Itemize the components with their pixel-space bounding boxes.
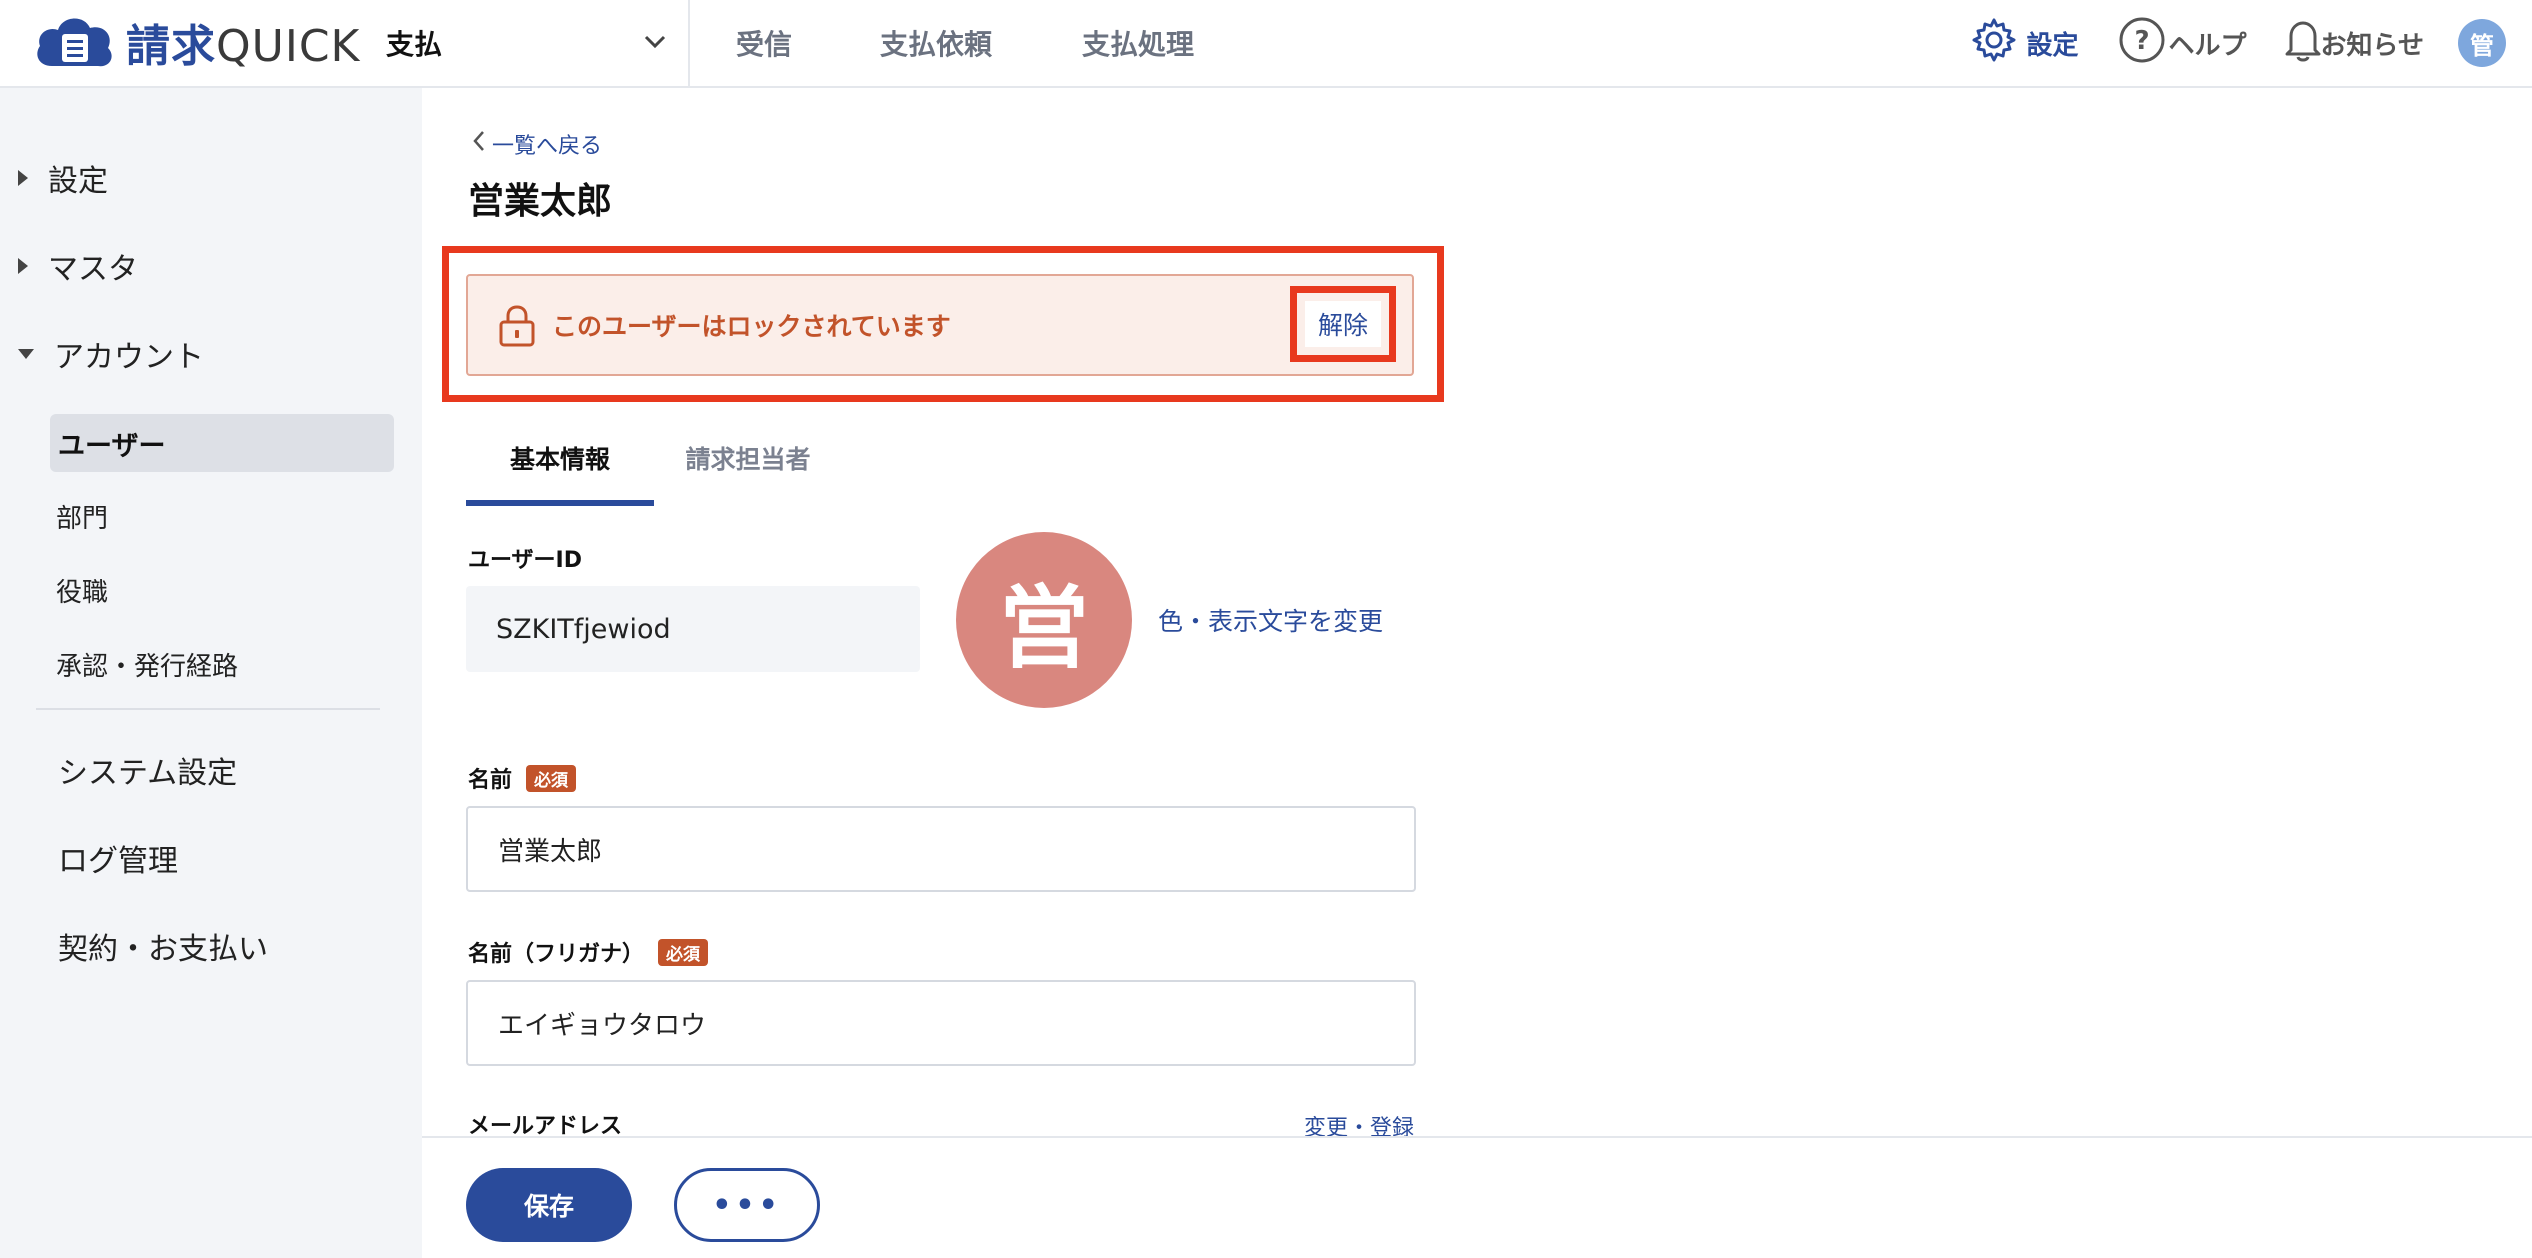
user-avatar[interactable]: 管 xyxy=(2458,19,2506,67)
logo-prefix: 請求 xyxy=(126,21,216,72)
unlock-highlight-frame: 解除 xyxy=(1290,286,1396,362)
nav-bar-2: 支払依頼 xyxy=(880,0,992,86)
cloud-logo-icon xyxy=(32,10,118,74)
nav-payment-request[interactable]: 支払依頼 xyxy=(880,23,992,63)
settings-label: 設定 xyxy=(2026,30,2079,61)
caret-right-icon xyxy=(18,170,28,186)
sidebar-group-account[interactable]: アカウント xyxy=(0,332,204,376)
lock-icon xyxy=(498,304,536,348)
sidebar-item-users[interactable]: ユーザー xyxy=(50,414,394,472)
name-label: 名前 xyxy=(468,768,513,793)
help-label: ヘルプ xyxy=(2168,30,2247,61)
user-id-label: ユーザーID xyxy=(468,548,583,573)
sidebar-item-contract-payment[interactable]: 契約・お支払い xyxy=(58,924,268,968)
sidebar-divider xyxy=(36,708,380,710)
notifications-link[interactable]: お知らせ xyxy=(2285,18,2424,69)
change-avatar-link[interactable]: 色・表示文字を変更 xyxy=(1158,602,1383,638)
required-badge: 必須 xyxy=(658,938,709,966)
tab-bar: 基本情報 請求担当者 xyxy=(466,410,842,506)
lock-message: このユーザーはロックされています xyxy=(552,312,951,341)
back-link-label: 一覧へ戻る xyxy=(492,134,603,159)
lock-alert: このユーザーはロックされています 解除 xyxy=(466,274,1414,376)
help-link[interactable]: ? ヘルプ xyxy=(2117,15,2247,72)
sidebar: 設定 マスタ アカウント ユーザー 部門 役職 承認・発行経路 システム設定 ロ… xyxy=(0,88,422,1258)
sidebar-group-label: 設定 xyxy=(48,164,108,199)
sidebar-group-label: マスタ xyxy=(48,252,138,287)
user-id-value: SZKITfjewiod xyxy=(466,586,920,672)
nav-receive[interactable]: 受信 xyxy=(736,23,792,63)
sidebar-item-approval-routes[interactable]: 承認・発行経路 xyxy=(56,646,238,683)
sidebar-item-departments[interactable]: 部門 xyxy=(56,498,108,535)
kana-label: 名前（フリガナ） xyxy=(468,942,645,967)
bell-icon xyxy=(2285,18,2321,69)
back-link[interactable]: 一覧へ戻る xyxy=(472,128,602,160)
module-selector[interactable]: 支払 xyxy=(386,0,690,86)
sidebar-group-label: アカウント xyxy=(54,340,204,375)
tab-billing-contact[interactable]: 請求担当者 xyxy=(654,410,842,506)
user-avatar-large: 営 xyxy=(956,532,1132,708)
kana-input[interactable]: エイギョウタロウ xyxy=(466,980,1416,1066)
svg-text:?: ? xyxy=(2134,26,2149,56)
gear-icon xyxy=(1970,16,2018,71)
chevron-left-icon xyxy=(472,130,486,158)
unlock-button[interactable]: 解除 xyxy=(1305,301,1381,347)
sidebar-group-master[interactable]: マスタ xyxy=(0,244,138,288)
tab-basic-info[interactable]: 基本情報 xyxy=(466,410,654,506)
logo-text: 請求QUICK xyxy=(126,10,360,74)
sidebar-group-settings[interactable]: 設定 xyxy=(0,156,108,200)
logo-suffix: QUICK xyxy=(216,21,361,72)
save-button[interactable]: 保存 xyxy=(466,1168,632,1242)
caret-down-icon xyxy=(18,349,34,359)
required-badge: 必須 xyxy=(526,764,577,792)
sidebar-item-positions[interactable]: 役職 xyxy=(56,572,108,609)
name-input[interactable]: 営業太郎 xyxy=(466,806,1416,892)
module-label: 支払 xyxy=(386,28,443,61)
header-actions: 設定 ? ヘルプ お知らせ 管 xyxy=(1970,0,2532,86)
notifications-label: お知らせ xyxy=(2320,30,2424,61)
app-logo[interactable]: 請求QUICK xyxy=(32,10,360,74)
more-options-button[interactable]: ••• xyxy=(674,1168,820,1242)
page-title: 営業太郎 xyxy=(468,181,613,222)
sidebar-item-system-settings[interactable]: システム設定 xyxy=(58,748,237,792)
name-label-row: 名前 必須 xyxy=(468,762,577,794)
action-footer: 保存 ••• xyxy=(422,1136,2532,1258)
chevron-down-icon xyxy=(644,34,666,53)
nav-bar-3: 支払処理 xyxy=(1082,0,1194,86)
caret-right-icon xyxy=(18,258,28,274)
kana-label-row: 名前（フリガナ） 必須 xyxy=(468,936,709,968)
help-icon: ? xyxy=(2117,15,2167,72)
settings-link[interactable]: 設定 xyxy=(1970,16,2079,71)
sidebar-item-log-management[interactable]: ログ管理 xyxy=(58,836,178,880)
nav-payment-process[interactable]: 支払処理 xyxy=(1082,23,1194,63)
nav-bar: 受信 xyxy=(736,0,792,86)
top-header: 請求QUICK 支払 受信 支払依頼 支払処理 設定 ? ヘルプ お知らせ 管 xyxy=(0,0,2532,88)
